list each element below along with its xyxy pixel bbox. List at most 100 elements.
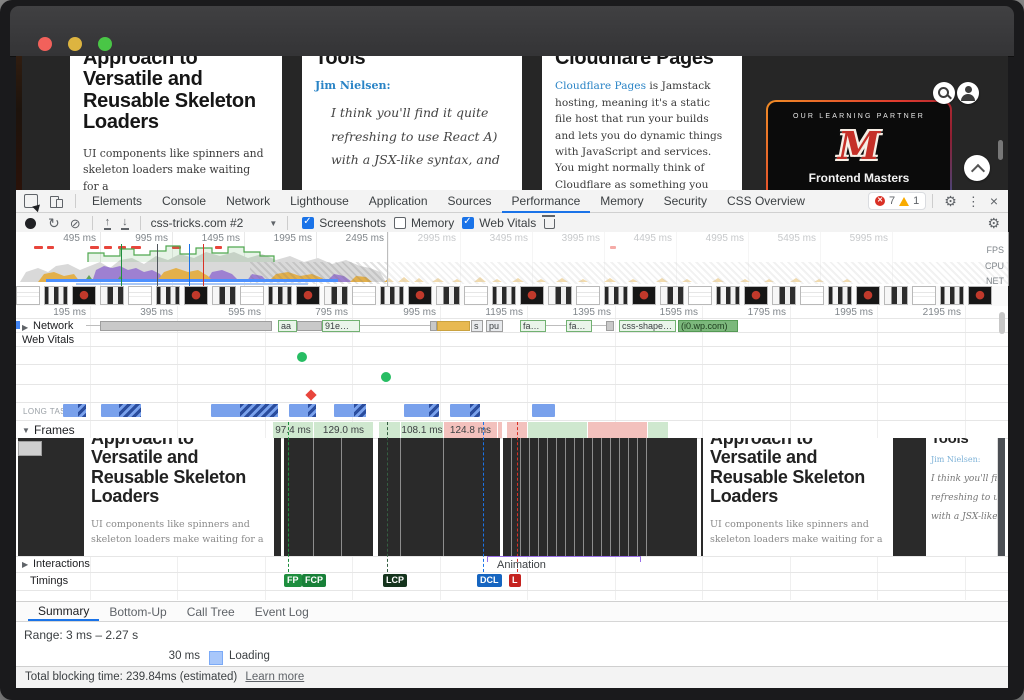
tab-sources[interactable]: Sources	[438, 190, 502, 213]
network-request[interactable]: pu	[486, 320, 503, 332]
network-request-bar[interactable]	[100, 321, 272, 331]
filmstrip-thumbnail[interactable]	[772, 286, 796, 305]
settings-gear-icon[interactable]: ⚙	[944, 194, 957, 208]
network-request[interactable]: s	[471, 320, 483, 332]
frame-screenshot[interactable]	[284, 438, 373, 556]
long-task-bar[interactable]	[289, 404, 316, 417]
filmstrip-thumbnail[interactable]	[520, 286, 544, 305]
overview-unselected-region[interactable]	[387, 232, 1009, 286]
clear-recording-icon[interactable]: ⊘	[70, 217, 81, 230]
frame-segment[interactable]	[497, 422, 502, 438]
filmstrip-thumbnail[interactable]	[268, 286, 292, 305]
filmstrip-thumbnail[interactable]	[632, 286, 656, 305]
web-vitals-track-label[interactable]: Web Vitals	[22, 334, 74, 346]
network-track-label[interactable]: Network	[33, 320, 73, 332]
record-button[interactable]	[25, 218, 36, 229]
frame-duration[interactable]: 124.8 ms	[443, 422, 497, 438]
filmstrip-thumbnail[interactable]	[716, 286, 740, 305]
filmstrip-thumbnail[interactable]	[884, 286, 908, 305]
frontend-masters-ad[interactable]: OUR LEARNING PARTNER M Frontend Masters	[766, 100, 952, 190]
maximize-traffic-light[interactable]	[98, 37, 112, 51]
lcp-marker[interactable]: LCP	[383, 574, 407, 587]
frames-resize-handle[interactable]	[18, 441, 42, 456]
filmstrip-thumbnail[interactable]	[856, 286, 880, 305]
long-task-bar[interactable]	[211, 404, 278, 417]
interactions-track-label[interactable]: Interactions	[33, 558, 90, 570]
tab-network[interactable]: Network	[216, 190, 280, 213]
learn-more-link[interactable]: Learn more	[245, 671, 304, 683]
filmstrip-thumbnail[interactable]	[688, 286, 712, 305]
network-disclosure-icon[interactable]: ▶	[22, 323, 28, 332]
filmstrip-thumbnail[interactable]	[100, 286, 124, 305]
fcp-marker[interactable]: FCP	[302, 574, 326, 587]
tab-security[interactable]: Security	[654, 190, 717, 213]
filmstrip-thumbnail[interactable]	[16, 286, 40, 305]
tab-application[interactable]: Application	[359, 190, 438, 213]
screenshot-filmstrip[interactable]	[16, 286, 1008, 306]
network-request-bar[interactable]	[606, 321, 614, 331]
cloudflare-pages-link[interactable]: Cloudflare Pages	[555, 80, 646, 92]
device-toolbar-icon[interactable]	[50, 195, 63, 208]
article-author-link[interactable]: Jim Nielsen:	[315, 79, 509, 92]
filmstrip-thumbnail[interactable]	[352, 286, 376, 305]
inspect-element-icon[interactable]	[24, 194, 38, 208]
filmstrip-thumbnail[interactable]	[604, 286, 628, 305]
load-profile-icon[interactable]: ↑	[104, 216, 112, 230]
long-task-bar[interactable]	[101, 404, 141, 417]
filmstrip-thumbnail[interactable]	[576, 286, 600, 305]
filmstrip-thumbnail[interactable]	[156, 286, 180, 305]
filmstrip-thumbnail[interactable]	[240, 286, 264, 305]
screenshots-checkbox[interactable]: ✓	[302, 217, 314, 229]
frame-segment[interactable]	[378, 422, 400, 438]
frame-segment[interactable]	[527, 422, 587, 438]
animation-label[interactable]: Animation	[497, 559, 546, 571]
network-request[interactable]: fa…	[566, 320, 592, 332]
web-vitals-checkbox[interactable]: ✓	[462, 217, 474, 229]
tab-call-tree[interactable]: Call Tree	[177, 602, 245, 621]
interactions-disclosure-icon[interactable]: ▶	[22, 560, 28, 569]
capture-settings-gear-icon[interactable]: ⚙	[987, 216, 1000, 230]
screenshots-checkbox-label[interactable]: Screenshots	[319, 216, 386, 230]
frame-duration[interactable]: 108.1 ms	[400, 422, 443, 438]
search-button[interactable]	[933, 82, 955, 104]
frame-screenshot[interactable]: Approach to Versatile and Reusable Skele…	[701, 438, 1005, 556]
filmstrip-thumbnail[interactable]	[128, 286, 152, 305]
tracks-scrollbar-thumb[interactable]	[999, 312, 1005, 334]
network-request[interactable]: fa…	[520, 320, 546, 332]
long-task-bar[interactable]	[532, 404, 555, 417]
scroll-to-top-button[interactable]	[964, 155, 990, 181]
reload-and-record-icon[interactable]: ↻	[48, 216, 60, 230]
frames-track-label[interactable]: Frames	[34, 423, 75, 437]
profile-select[interactable]: css-tricks.com #2 ▼	[151, 216, 278, 230]
fp-marker[interactable]: FP	[284, 574, 302, 587]
filmstrip-thumbnail[interactable]	[296, 286, 320, 305]
web-vitals-marker-good[interactable]	[297, 352, 307, 362]
filmstrip-thumbnail[interactable]	[744, 286, 768, 305]
filmstrip-thumbnail[interactable]	[492, 286, 516, 305]
filmstrip-thumbnail[interactable]	[184, 286, 208, 305]
network-request[interactable]: 91e…	[322, 320, 360, 332]
frame-duration[interactable]: 97.4 ms	[272, 422, 313, 438]
frame-duration[interactable]: 129.0 ms	[313, 422, 373, 438]
dcl-marker[interactable]: DCL	[477, 574, 502, 587]
filmstrip-thumbnail[interactable]	[44, 286, 68, 305]
filmstrip-thumbnail[interactable]	[800, 286, 824, 305]
filmstrip-thumbnail[interactable]	[660, 286, 684, 305]
network-request[interactable]: aa	[278, 320, 297, 332]
tab-event-log[interactable]: Event Log	[245, 602, 319, 621]
article-card-skeleton-loaders[interactable]: Approach to Versatile and Reusable Skele…	[70, 56, 282, 190]
frames-disclosure-icon[interactable]: ▼	[22, 426, 30, 435]
page-scrollbar-thumb[interactable]	[998, 140, 1003, 160]
tab-lighthouse[interactable]: Lighthouse	[280, 190, 359, 213]
memory-checkbox-label[interactable]: Memory	[411, 216, 454, 230]
frame-screenshot[interactable]	[503, 438, 697, 556]
long-task-bar[interactable]	[450, 404, 480, 417]
network-request[interactable]: css-shape…	[619, 320, 676, 332]
tab-performance[interactable]: Performance	[502, 190, 591, 213]
tab-memory[interactable]: Memory	[590, 190, 653, 213]
filmstrip-thumbnail[interactable]	[940, 286, 964, 305]
filmstrip-thumbnail[interactable]	[408, 286, 432, 305]
web-vitals-marker-good[interactable]	[381, 372, 391, 382]
filmstrip-thumbnail[interactable]	[436, 286, 460, 305]
network-request-bar[interactable]	[430, 321, 437, 331]
